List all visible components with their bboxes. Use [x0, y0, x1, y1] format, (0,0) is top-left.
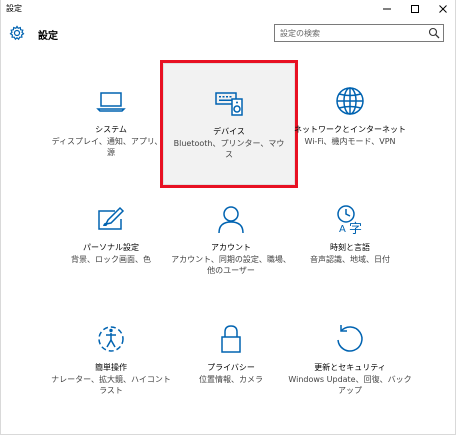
svg-text:字: 字 [349, 222, 362, 236]
tile-description: Windows Update、回復、バックアップ [288, 375, 412, 395]
settings-tile-update-security[interactable]: 更新とセキュリティ Windows Update、回復、バックアップ [282, 300, 418, 420]
settings-tile-devices[interactable]: デバイス Bluetooth、プリンター、マウス [163, 63, 295, 185]
globe-icon [333, 84, 367, 118]
refresh-icon [333, 322, 367, 356]
window-title: 設定 [6, 4, 22, 13]
tile-description: Bluetooth、プリンター、マウス [173, 139, 285, 159]
settings-tile-time-language[interactable]: A 字 時刻と言語 音声認識、地域、日付 [282, 180, 418, 300]
search-input[interactable] [275, 25, 430, 41]
title-bar: 設定 [1, 0, 455, 18]
search-field[interactable] [274, 24, 444, 42]
settings-tile-network[interactable]: ネットワークとインターネット Wi-Fi、機内モード、VPN [282, 62, 418, 182]
tile-description: Wi-Fi、機内モード、VPN [304, 137, 396, 146]
minimize-icon [383, 8, 391, 10]
tile-title: 更新とセキュリティ [314, 363, 386, 372]
settings-tile-system[interactable]: システム ディスプレイ、通知、アプリ、電源 [43, 62, 179, 182]
tile-description: 音声認識、地域、日付 [310, 255, 390, 264]
close-button[interactable] [429, 0, 456, 18]
tile-title: 簡単操作 [95, 363, 127, 372]
tile-title: ネットワークとインターネット [294, 125, 406, 134]
tile-title: システム [95, 125, 127, 134]
tile-description: 位置情報、カメラ [199, 375, 263, 384]
tile-title: アカウント [211, 243, 251, 252]
settings-tile-privacy[interactable]: プライバシー 位置情報、カメラ [163, 300, 299, 420]
gear-icon [9, 25, 25, 41]
tile-title: 時刻と言語 [330, 243, 370, 252]
search-icon[interactable] [428, 27, 440, 39]
lock-icon [214, 322, 248, 356]
devices-icon [212, 86, 246, 120]
time-language-icon: A 字 [333, 202, 367, 236]
tile-description: ディスプレイ、通知、アプリ、電源 [51, 137, 171, 157]
ease-of-access-icon [94, 322, 128, 356]
maximize-icon [411, 5, 419, 13]
personalization-icon [94, 202, 128, 236]
close-icon [439, 5, 447, 13]
settings-window: 設定 設定 設定の検索 システム ディスプレイ、通知、アプリ、電源 デバイス B… [0, 0, 456, 435]
settings-tile-ease-of-access[interactable]: 簡単操作 ナレーター、拡大鏡、ハイコントラスト [43, 300, 179, 420]
tile-title: パーソナル設定 [83, 243, 139, 252]
laptop-icon [94, 84, 128, 118]
maximize-button[interactable] [401, 0, 429, 18]
tile-description: アカウント、同期の設定、職場、他のユーザー [171, 255, 291, 275]
page-title: 設定 [38, 31, 58, 42]
svg-text:A: A [339, 224, 346, 235]
person-icon [214, 202, 248, 236]
minimize-button[interactable] [373, 0, 401, 18]
tile-title: プライバシー [207, 363, 255, 372]
settings-tile-accounts[interactable]: アカウント アカウント、同期の設定、職場、他のユーザー [163, 180, 299, 300]
tile-description: ナレーター、拡大鏡、ハイコントラスト [51, 375, 171, 395]
tile-description: 背景、ロック画面、色 [71, 255, 151, 264]
tile-title: デバイス [213, 127, 245, 136]
settings-tile-personalization[interactable]: パーソナル設定 背景、ロック画面、色 [43, 180, 179, 300]
